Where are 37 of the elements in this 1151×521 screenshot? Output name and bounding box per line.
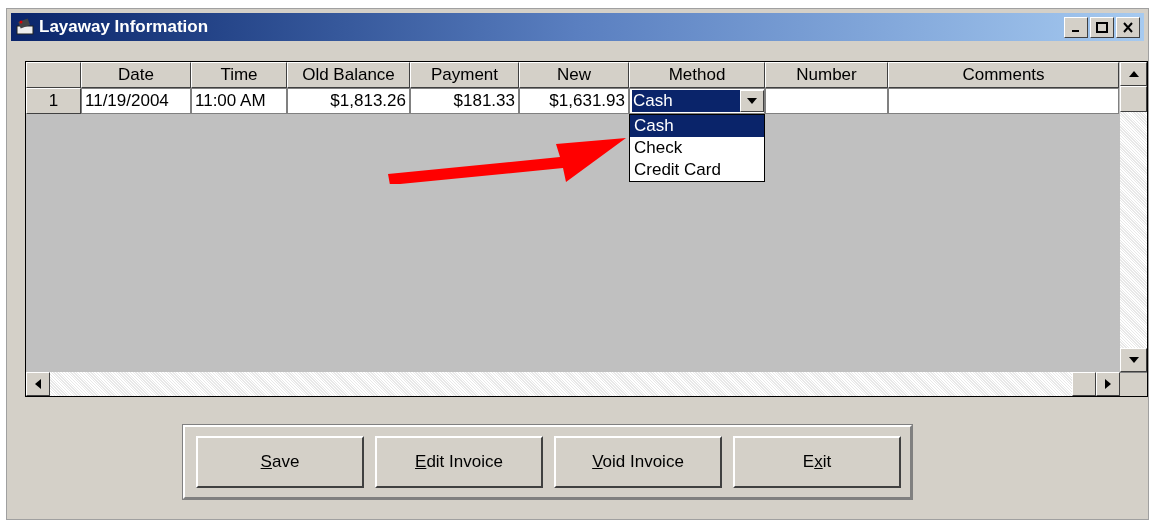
table-cell: $181.33: [410, 88, 519, 114]
toolbar-button[interactable]: Save: [196, 436, 364, 488]
close-button[interactable]: [1116, 16, 1140, 38]
minimize-button[interactable]: [1064, 16, 1088, 38]
close-icon: [1122, 21, 1134, 33]
scroll-up-icon[interactable]: [1120, 62, 1147, 86]
maximize-icon: [1096, 21, 1108, 33]
toolbar-button[interactable]: Edit Invoice: [375, 436, 543, 488]
row-header[interactable]: 1: [26, 88, 81, 114]
column-header[interactable]: Comments: [888, 62, 1119, 88]
dropdown-option[interactable]: Credit Card: [630, 159, 764, 181]
scroll-left-icon[interactable]: [26, 372, 50, 396]
toolbar-button[interactable]: Void Invoice: [554, 436, 722, 488]
column-header[interactable]: Number: [765, 62, 888, 88]
vertical-scrollbar[interactable]: [1120, 62, 1147, 396]
corner-header: [26, 62, 81, 88]
maximize-button[interactable]: [1090, 16, 1114, 38]
table-cell: 11/19/2004: [81, 88, 191, 114]
minimize-icon: [1071, 30, 1079, 32]
dropdown-option[interactable]: Check: [630, 137, 764, 159]
window-title: Layaway Information: [39, 16, 209, 39]
toolbar-button[interactable]: Exit: [733, 436, 901, 488]
table-cell: 11:00 AM: [191, 88, 287, 114]
table-cell: $1,813.26: [287, 88, 410, 114]
table-cell: $1,631.93: [519, 88, 629, 114]
column-header[interactable]: Old Balance: [287, 62, 410, 88]
column-header[interactable]: Payment: [410, 62, 519, 88]
cash-register-icon: [15, 18, 35, 36]
column-header[interactable]: Date: [81, 62, 191, 88]
column-header[interactable]: Time: [191, 62, 287, 88]
scroll-right-icon[interactable]: [1096, 372, 1120, 396]
horizontal-scrollbar[interactable]: [26, 372, 1120, 396]
column-header[interactable]: Method: [629, 62, 765, 88]
column-header[interactable]: New: [519, 62, 629, 88]
scroll-down-icon[interactable]: [1120, 348, 1147, 372]
method-select[interactable]: Cash: [629, 88, 765, 114]
dropdown-option[interactable]: Cash: [630, 115, 764, 137]
